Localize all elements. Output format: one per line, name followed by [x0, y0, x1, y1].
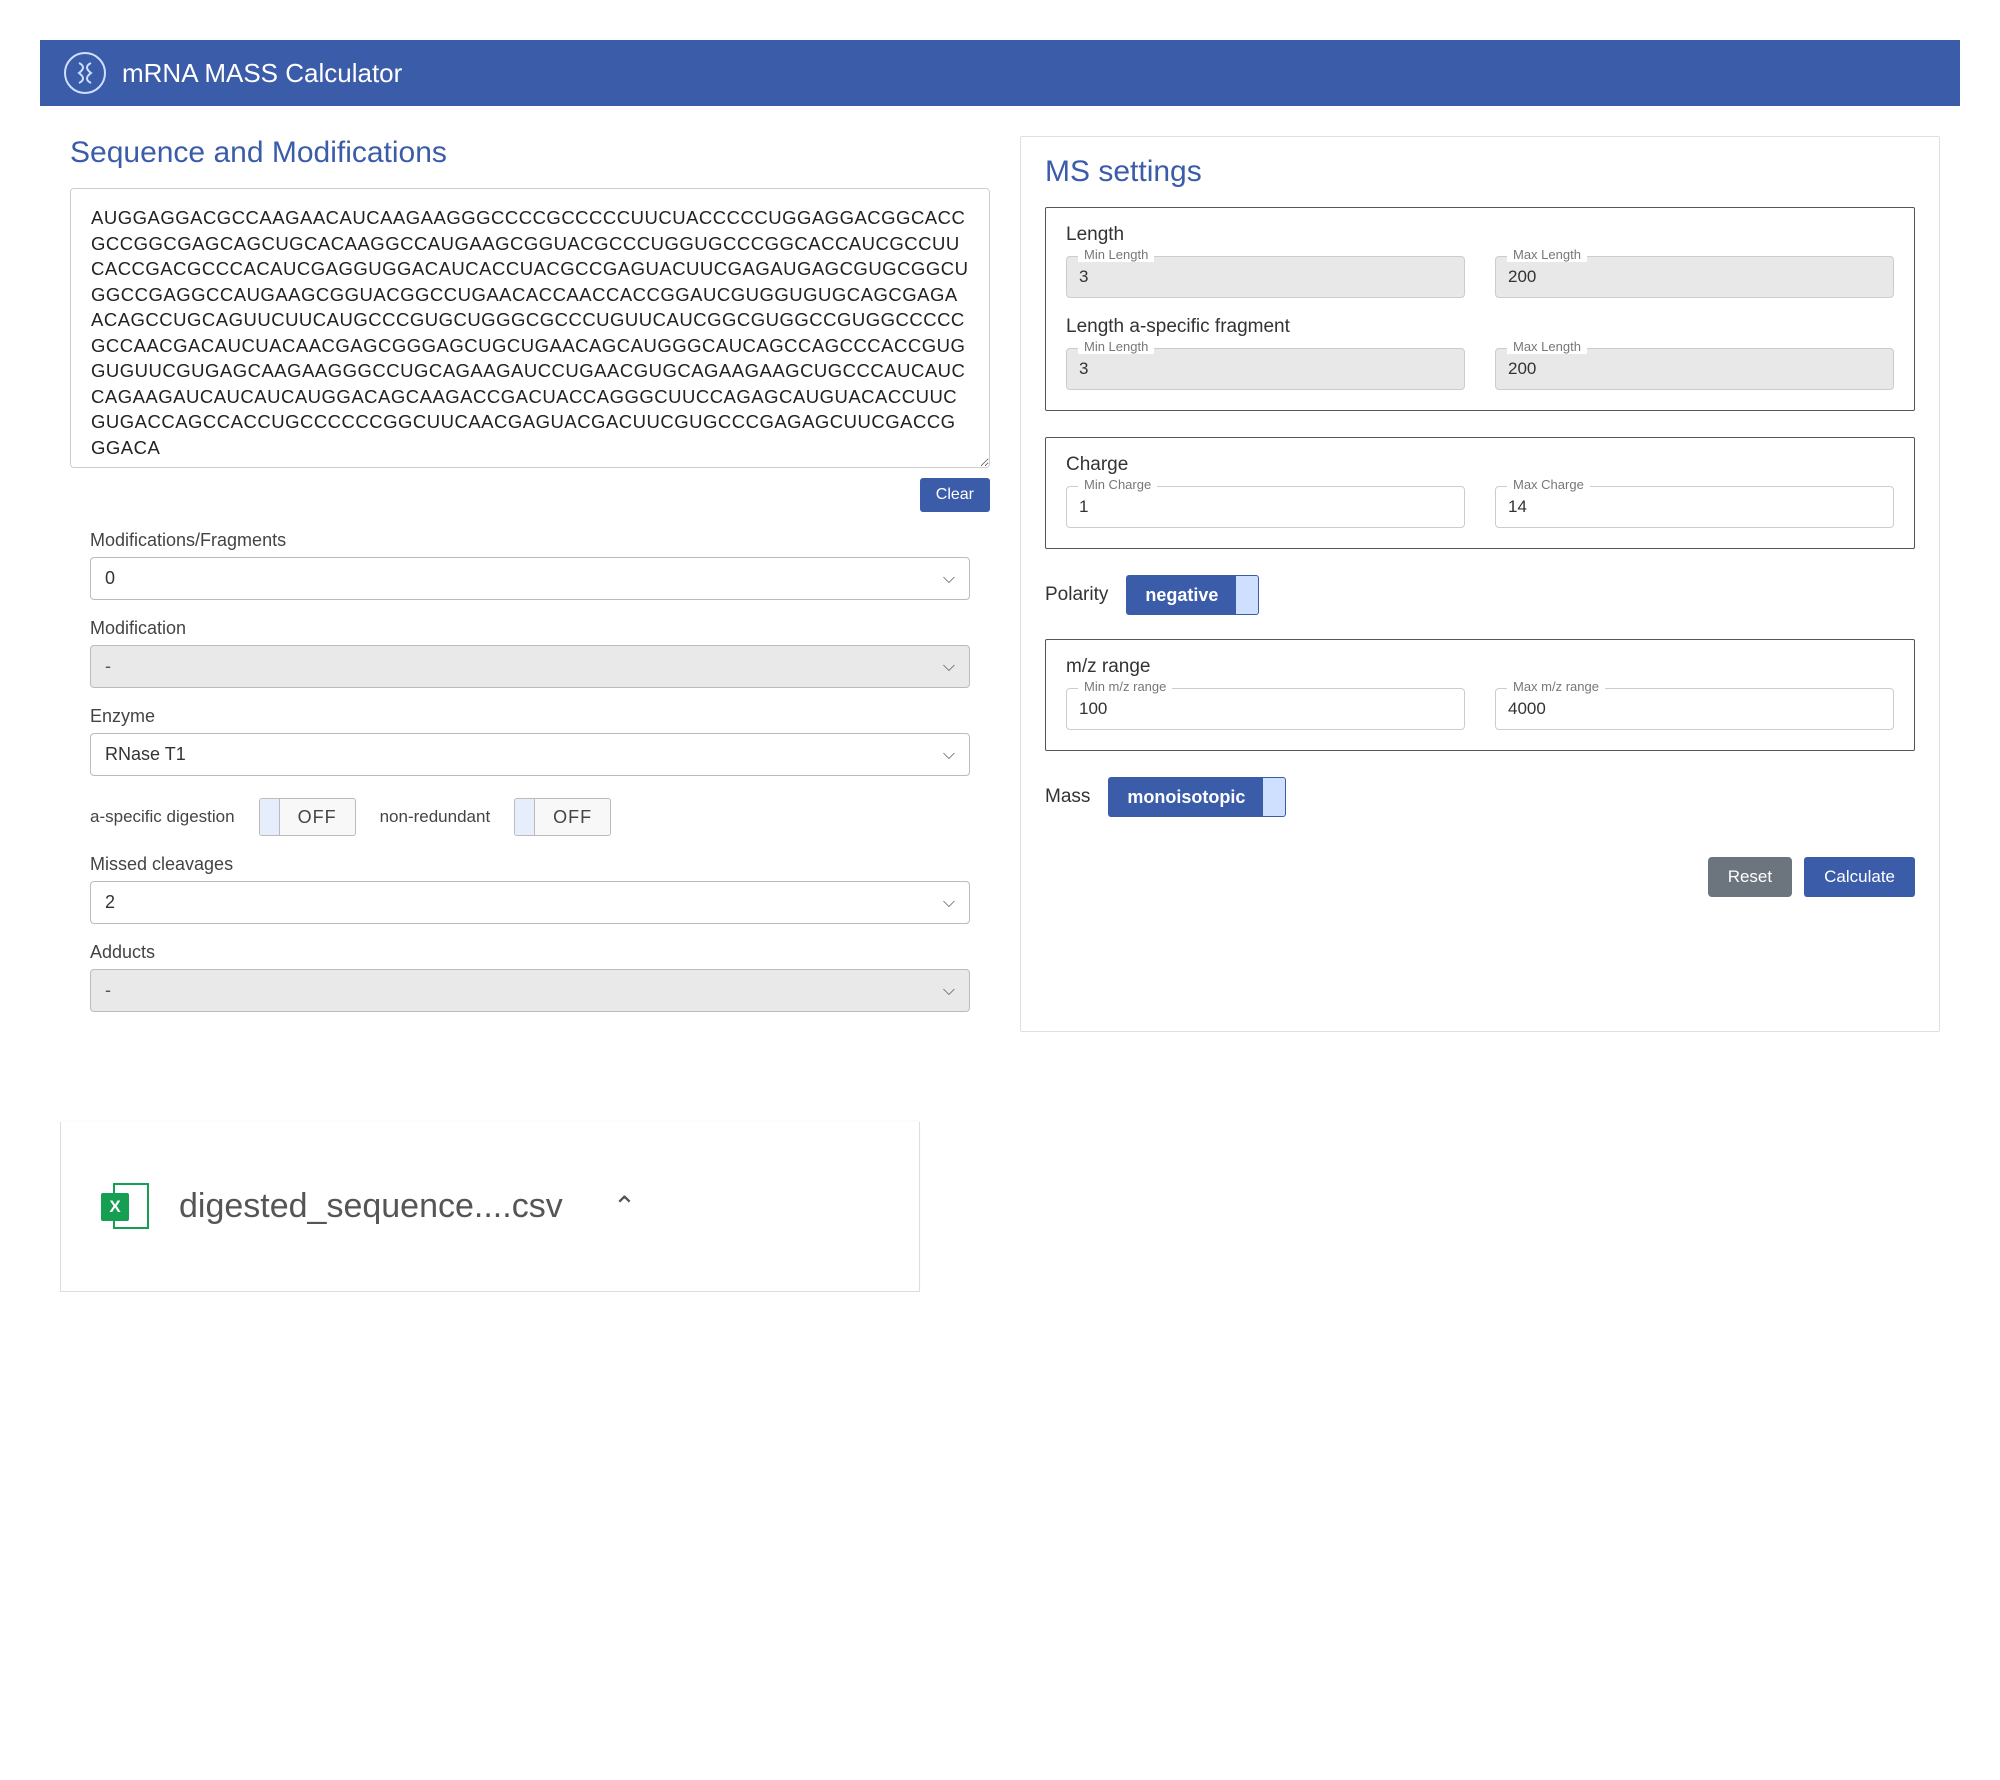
max-length-input[interactable]: [1495, 256, 1894, 298]
min-mz-input[interactable]: [1066, 688, 1465, 730]
max-mz-input[interactable]: [1495, 688, 1894, 730]
missed-cleavages-label: Missed cleavages: [90, 854, 970, 875]
app-title: mRNA MASS Calculator: [122, 58, 402, 89]
nonredundant-toggle[interactable]: OFF: [514, 798, 611, 836]
polarity-toggle[interactable]: negative: [1126, 575, 1259, 615]
chevron-down-icon: ⌵: [943, 570, 955, 588]
enzyme-value: RNase T1: [105, 744, 186, 765]
missed-cleavages-select[interactable]: 2 ⌵: [90, 881, 970, 924]
max-length-label: Max Length: [1507, 247, 1587, 262]
calculate-button[interactable]: Calculate: [1804, 857, 1915, 897]
aspecific-length-title: Length a-specific fragment: [1066, 316, 1894, 338]
adducts-select[interactable]: - ⌵: [90, 969, 970, 1012]
mass-toggle[interactable]: monoisotopic: [1108, 777, 1286, 817]
modification-label: Modification: [90, 618, 970, 639]
missed-cleavages-value: 2: [105, 892, 115, 913]
mz-range-title: m/z range: [1066, 656, 1894, 678]
toggle-knob: [515, 799, 535, 835]
nonredundant-value: OFF: [535, 801, 610, 834]
aspec-min-length-input[interactable]: [1066, 348, 1465, 390]
chevron-up-icon[interactable]: ⌃: [613, 1190, 636, 1223]
adducts-value: -: [105, 980, 111, 1001]
toggle-knob: [1263, 778, 1285, 816]
mods-fragments-label: Modifications/Fragments: [90, 530, 970, 551]
sequence-textarea[interactable]: AUGGAGGACGCCAAGAACAUCAAGAAGGGCCCCGCCCCCU…: [70, 188, 990, 468]
enzyme-select[interactable]: RNase T1 ⌵: [90, 733, 970, 776]
chevron-down-icon: ⌵: [943, 982, 955, 1000]
aspec-min-length-label: Min Length: [1078, 339, 1154, 354]
modification-select[interactable]: - ⌵: [90, 645, 970, 688]
length-group: Length Min Length Max Length Length a-sp…: [1045, 207, 1915, 411]
length-title: Length: [1066, 224, 1894, 246]
mods-fragments-select[interactable]: 0 ⌵: [90, 557, 970, 600]
aspec-max-length-input[interactable]: [1495, 348, 1894, 390]
ms-settings-panel: MS settings Length Min Length Max Length…: [1020, 136, 1940, 1032]
reset-button[interactable]: Reset: [1708, 857, 1792, 897]
charge-group: Charge Min Charge Max Charge: [1045, 437, 1915, 549]
modification-value: -: [105, 656, 111, 677]
max-charge-input[interactable]: [1495, 486, 1894, 528]
min-length-label: Min Length: [1078, 247, 1154, 262]
app-logo-icon: [64, 52, 106, 94]
polarity-label: Polarity: [1045, 584, 1108, 606]
min-charge-input[interactable]: [1066, 486, 1465, 528]
adducts-label: Adducts: [90, 942, 970, 963]
app-header: mRNA MASS Calculator: [40, 40, 1960, 106]
aspec-max-length-label: Max Length: [1507, 339, 1587, 354]
min-length-input[interactable]: [1066, 256, 1465, 298]
sequence-panel-title: Sequence and Modifications: [70, 136, 990, 170]
aspecific-digestion-label: a-specific digestion: [90, 807, 235, 827]
chevron-down-icon: ⌵: [943, 658, 955, 676]
mass-label: Mass: [1045, 786, 1090, 808]
polarity-value: negative: [1127, 577, 1236, 614]
download-filename: digested_sequence....csv: [179, 1187, 563, 1226]
ms-settings-title: MS settings: [1045, 155, 1915, 189]
toggle-knob: [260, 799, 280, 835]
download-shelf-item[interactable]: X digested_sequence....csv ⌃: [60, 1122, 920, 1292]
mods-fragments-value: 0: [105, 568, 115, 589]
mass-value: monoisotopic: [1109, 779, 1263, 816]
max-mz-label: Max m/z range: [1507, 679, 1605, 694]
aspecific-digestion-value: OFF: [280, 801, 355, 834]
sequence-panel: Sequence and Modifications AUGGAGGACGCCA…: [70, 136, 990, 1032]
max-charge-label: Max Charge: [1507, 477, 1590, 492]
charge-title: Charge: [1066, 454, 1894, 476]
toggle-knob: [1236, 576, 1258, 614]
excel-file-icon: X: [101, 1183, 149, 1231]
aspecific-digestion-toggle[interactable]: OFF: [259, 798, 356, 836]
min-charge-label: Min Charge: [1078, 477, 1157, 492]
nonredundant-label: non-redundant: [380, 807, 491, 827]
clear-button[interactable]: Clear: [920, 478, 990, 512]
chevron-down-icon: ⌵: [943, 746, 955, 764]
mz-range-group: m/z range Min m/z range Max m/z range: [1045, 639, 1915, 751]
chevron-down-icon: ⌵: [943, 894, 955, 912]
min-mz-label: Min m/z range: [1078, 679, 1172, 694]
enzyme-label: Enzyme: [90, 706, 970, 727]
